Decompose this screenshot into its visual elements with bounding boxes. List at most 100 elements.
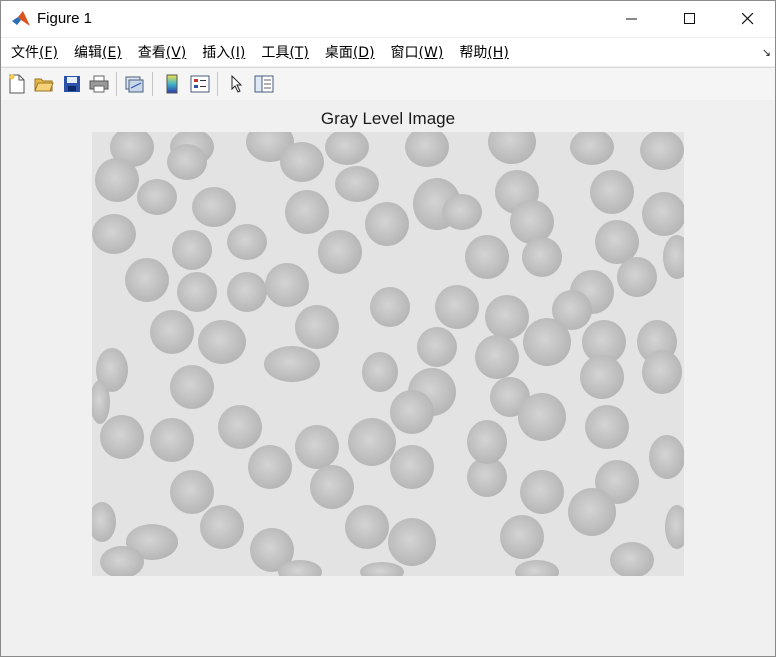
blood-cell (227, 224, 267, 260)
menu-bar: 文件(F) 编辑(E) 查看(V) 插入(I) 工具(T) 桌面(D) 窗口(W) 帮助(H)… (1, 38, 775, 66)
figure-toolbar (1, 67, 775, 101)
menu-help-label: 帮助 (459, 45, 488, 61)
new-figure-icon[interactable] (6, 73, 28, 95)
window-title: Figure 1 (37, 10, 93, 27)
menu-window-shortcut: (W) (418, 45, 444, 61)
blood-cell (170, 365, 214, 409)
blood-cell (95, 158, 139, 202)
blood-cell (467, 420, 507, 464)
blood-cell (192, 187, 236, 227)
blood-cell (198, 320, 246, 364)
blood-cell (580, 355, 624, 399)
blood-cell (310, 465, 354, 509)
blood-cell (585, 405, 629, 449)
blood-cell (200, 505, 244, 549)
blood-cell (590, 170, 634, 214)
blood-cell (345, 505, 389, 549)
blood-cell (227, 272, 267, 312)
insert-colorbar-icon[interactable] (161, 73, 183, 95)
blood-cell (177, 272, 217, 312)
blood-cell (390, 445, 434, 489)
menu-help-shortcut: (H) (487, 45, 509, 61)
property-inspector-icon[interactable] (253, 73, 275, 95)
blood-cell (370, 287, 410, 327)
blood-cell (500, 515, 544, 559)
figure-canvas: Gray Level Image (1, 100, 775, 656)
minimize-button[interactable] (603, 1, 661, 37)
blood-cells-image (92, 132, 684, 576)
blood-cell (642, 192, 684, 236)
blood-cell (520, 470, 564, 514)
menu-window-label: 窗口 (390, 45, 419, 61)
menu-tools-shortcut: (T) (289, 45, 309, 61)
blood-cell (150, 310, 194, 354)
blood-cell (348, 418, 396, 466)
blood-cell (523, 318, 571, 366)
maximize-button[interactable] (661, 1, 719, 37)
close-button[interactable] (719, 1, 776, 37)
save-icon[interactable] (61, 73, 83, 95)
menu-file[interactable]: 文件(F) (11, 42, 58, 62)
menu-window[interactable]: 窗口(W) (391, 42, 444, 62)
blood-cell (335, 166, 379, 202)
blood-cell (125, 258, 169, 302)
blood-cell (318, 230, 362, 274)
blood-cell (170, 470, 214, 514)
blood-cell (518, 393, 566, 441)
link-plot-icon[interactable] (123, 73, 145, 95)
blood-cell (595, 220, 639, 264)
blood-cell (295, 425, 339, 469)
menu-view-shortcut: (V) (165, 45, 187, 61)
menu-insert-label: 插入 (202, 45, 231, 61)
blood-cell (362, 352, 398, 392)
print-icon[interactable] (88, 73, 110, 95)
toolbar-dock-arrow-icon[interactable]: ↘ (762, 46, 771, 59)
menu-desktop[interactable]: 桌面(D) (325, 42, 375, 62)
open-file-icon[interactable] (33, 73, 55, 95)
blood-cell (417, 327, 457, 367)
menu-desktop-label: 桌面 (324, 45, 353, 61)
blood-cell (642, 350, 682, 394)
menu-insert-shortcut: (I) (230, 45, 246, 61)
blood-cell (475, 335, 519, 379)
blood-cell (510, 200, 554, 244)
toolbar-separator (116, 72, 117, 96)
edit-plot-pointer-icon[interactable] (226, 73, 248, 95)
blood-cell (365, 202, 409, 246)
blood-cell (248, 445, 292, 489)
menu-view-label: 查看 (137, 45, 166, 61)
blood-cell (435, 285, 479, 329)
figure-window: Figure 1 文件(F) 编辑(E) 查看(V) 插入(I) 工具(T) 桌面(D) 窗… (0, 0, 776, 657)
toolbar-separator (152, 72, 153, 96)
matlab-logo-icon (11, 9, 31, 29)
blood-cell (172, 230, 212, 270)
menu-edit-shortcut: (E) (101, 45, 122, 61)
blood-cell (617, 257, 657, 297)
blood-cell (465, 235, 509, 279)
blood-cell (485, 295, 529, 339)
menu-edit-label: 编辑 (73, 45, 102, 61)
blood-cell (280, 142, 324, 182)
blood-cell (265, 263, 309, 307)
blood-cell (285, 190, 329, 234)
menu-view[interactable]: 查看(V) (138, 42, 187, 62)
menu-tools[interactable]: 工具(T) (261, 42, 308, 62)
menu-file-label: 文件 (11, 45, 39, 61)
insert-legend-icon[interactable] (189, 73, 211, 95)
blood-cell (92, 214, 136, 254)
blood-cell (295, 305, 339, 349)
axes-title: Gray Level Image (320, 109, 456, 128)
blood-cell (218, 405, 262, 449)
menu-tools-label: 工具 (261, 45, 290, 61)
menu-edit[interactable]: 编辑(E) (74, 42, 122, 62)
blood-cell (100, 415, 144, 459)
menu-insert[interactable]: 插入(I) (202, 42, 245, 62)
blood-cell (390, 390, 434, 434)
blood-cell (137, 179, 177, 215)
blood-cell (388, 518, 436, 566)
title-bar[interactable]: Figure 1 (1, 1, 775, 37)
menu-help[interactable]: 帮助(H) (459, 42, 508, 62)
blood-cell (568, 488, 616, 536)
gray-level-image (92, 132, 684, 576)
blood-cell (522, 237, 562, 277)
